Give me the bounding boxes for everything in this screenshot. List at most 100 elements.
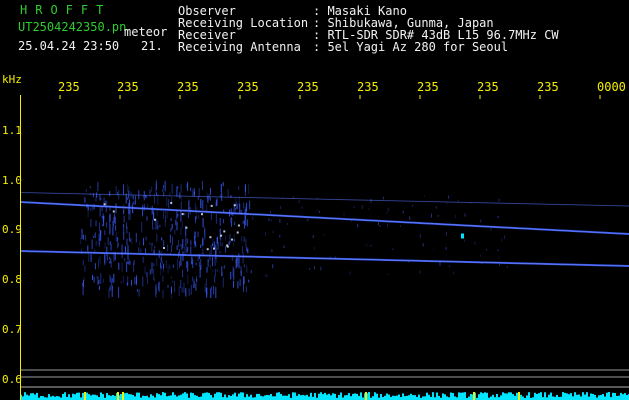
echo-speck (179, 244, 181, 247)
echo-speck (168, 199, 170, 209)
echo-speck (202, 200, 204, 210)
echo-speck (351, 220, 353, 222)
noise-bar (470, 394, 472, 400)
y-tick-label: 0.8 (2, 273, 22, 286)
echo-speck (123, 184, 124, 195)
echo-speck (323, 233, 325, 236)
echo-speck (151, 186, 153, 192)
echo-speck (229, 233, 231, 243)
echo-speck (165, 260, 167, 268)
noise-bar (96, 395, 98, 400)
echo-speck (171, 280, 173, 283)
echo-speck (84, 197, 86, 203)
noise-bar (256, 393, 258, 400)
echo-speck (170, 218, 172, 221)
date-time: 25.04.24 23:50 (18, 39, 120, 53)
x-tick-label: 235 (357, 80, 379, 94)
echo-speck (115, 186, 117, 194)
echo-speck (446, 202, 448, 205)
noise-bar (40, 396, 42, 400)
echo-speck (130, 279, 132, 287)
noise-bar (86, 392, 88, 400)
noise-bar (358, 395, 360, 400)
noise-bar (444, 394, 446, 400)
echo-speck (112, 227, 114, 236)
echo-speck (486, 248, 487, 251)
noise-bar (262, 396, 264, 400)
echo-speck (163, 185, 164, 189)
antenna-label: Receiving Antenna (178, 40, 301, 54)
echo-speck (506, 266, 508, 268)
noise-bar (266, 395, 268, 400)
echo-speck (109, 223, 111, 235)
noise-bar (202, 393, 204, 400)
noise-bar (304, 395, 306, 400)
echo-speck (216, 269, 218, 272)
echo-speck (246, 265, 248, 273)
echo-speck (202, 218, 204, 228)
echo-speck (142, 276, 144, 287)
echo-speck (174, 280, 175, 287)
noise-bar (120, 394, 122, 400)
echo-speck (106, 255, 108, 261)
echo-speck (245, 222, 247, 226)
noise-bar (284, 395, 286, 400)
echo-speck (134, 277, 136, 285)
echo-speck (122, 275, 124, 284)
echo-speck (208, 258, 210, 263)
echo-speck (180, 210, 182, 222)
echo-bright-speck (233, 204, 236, 207)
echo-speck (279, 234, 281, 238)
echo-speck (463, 239, 465, 242)
noise-bar (388, 394, 390, 400)
echo-speck (210, 211, 212, 221)
x-tick-label: 235 (477, 80, 499, 94)
echo-speck (230, 271, 232, 280)
echo-speck (80, 237, 82, 245)
noise-bar (270, 394, 272, 400)
echo-speck (172, 264, 174, 268)
echo-speck (136, 289, 138, 293)
echo-speck (138, 247, 140, 253)
echo-speck (214, 275, 216, 283)
echo-speck (239, 204, 241, 207)
y-tick-label: 1.0 (2, 174, 22, 187)
echo-speck (298, 200, 300, 203)
noise-bar (504, 393, 506, 400)
echo-speck (244, 220, 245, 229)
echo-speck (82, 260, 84, 266)
noise-bar (606, 392, 608, 400)
noise-bar (548, 394, 550, 400)
noise-bar (344, 395, 346, 400)
echo-speck (195, 283, 197, 291)
noise-bar (152, 395, 154, 400)
echo-speck (220, 242, 222, 247)
echo-speck (109, 213, 111, 222)
noise-bar (314, 393, 316, 400)
noise-bar (162, 392, 164, 400)
hrofft-screen: HROFFT UT2504242350.pn meteor 25.04.24 2… (0, 0, 629, 400)
echo-bright-speck (112, 210, 115, 213)
x-tick-label: 235 (177, 80, 199, 94)
echo-speck (139, 240, 141, 246)
echo-bright-speck (237, 224, 240, 227)
file-name: UT2504242350.pn (18, 20, 127, 34)
echo-bright-speck (210, 204, 213, 207)
noise-bar (24, 392, 26, 400)
echo-speck (498, 256, 500, 259)
echo-speck (92, 235, 94, 238)
echo-speck (120, 280, 122, 284)
echo-speck (170, 276, 172, 279)
y-tick-label: 0.9 (2, 223, 22, 236)
noise-bar (216, 392, 218, 400)
echo-speck (228, 241, 230, 245)
noise-bar (110, 395, 112, 400)
echo-speck (87, 207, 89, 218)
echo-speck (181, 287, 183, 293)
noise-bar (598, 395, 600, 400)
echo-speck (242, 221, 244, 224)
echo-speck (174, 229, 176, 235)
echo-speck (180, 201, 182, 209)
echo-speck (423, 195, 425, 197)
echo-speck (192, 276, 194, 282)
